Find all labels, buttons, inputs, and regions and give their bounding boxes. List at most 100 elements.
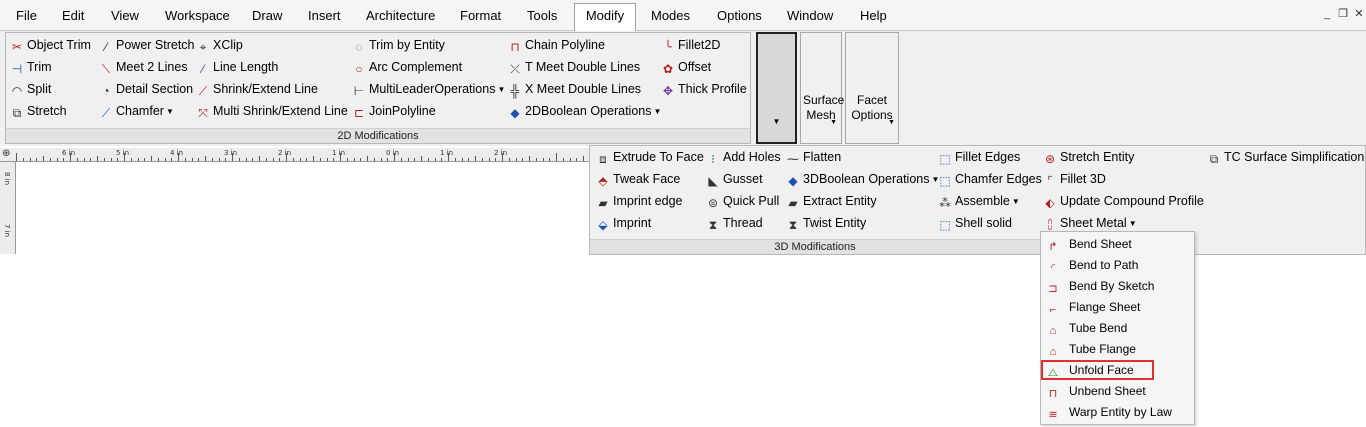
ruler-tick bbox=[178, 153, 179, 161]
boolean-2d-operations-tool[interactable]: ◆ 2DBoolean Operations ▼ bbox=[508, 101, 661, 121]
menu-item-unbend-sheet[interactable]: ⊓ Unbend Sheet bbox=[1043, 381, 1193, 401]
imprint-tool[interactable]: ⬙ Imprint bbox=[596, 213, 651, 233]
menu-item-bend-sheet[interactable]: ↱ Bend Sheet bbox=[1043, 234, 1193, 254]
menu-item-warp-entity-by-law[interactable]: ≋ Warp Entity by Law bbox=[1043, 402, 1193, 422]
menu-item-bend-to-path[interactable]: ◜ Bend to Path bbox=[1043, 255, 1193, 275]
menu-window[interactable]: Window bbox=[779, 4, 841, 28]
tc-surface-simplification-tool[interactable]: ⧉ TC Surface Simplification bbox=[1207, 147, 1365, 167]
update-compound-profile-tool[interactable]: ⬖ Update Compound Profile bbox=[1043, 191, 1203, 211]
menu-modify[interactable]: Modify bbox=[574, 3, 636, 31]
quick-pull-tool[interactable]: ⊜ Quick Pull bbox=[706, 191, 779, 211]
trim-by-entity-tool[interactable]: ◌ Trim by Entity bbox=[352, 35, 445, 55]
ruler-tick bbox=[137, 158, 139, 161]
offset-tool[interactable]: ✿ Offset bbox=[661, 57, 711, 77]
join-polyline-tool[interactable]: ⊏ JoinPolyline bbox=[352, 101, 436, 121]
chamfer-edges-tool[interactable]: ⬚ Chamfer Edges bbox=[938, 169, 1042, 189]
thread-tool[interactable]: ⧗ Thread bbox=[706, 213, 763, 233]
ruler-tick bbox=[22, 158, 24, 161]
menu-view[interactable]: View bbox=[103, 4, 147, 28]
chevron-down-icon: ▼ bbox=[830, 119, 837, 126]
stretch-icon: ⧉ bbox=[12, 106, 22, 120]
menu-modes[interactable]: Modes bbox=[643, 4, 698, 28]
split-tool[interactable]: ◠ Split bbox=[10, 79, 52, 99]
flatten-tool[interactable]: ⁓ Flatten bbox=[786, 147, 841, 167]
shrink-extend-line-tool[interactable]: ⟋ Shrink/Extend Line bbox=[196, 79, 318, 99]
menu-draw[interactable]: Draw bbox=[244, 4, 290, 28]
add-holes-tool[interactable]: ⁝ Add Holes bbox=[706, 147, 781, 167]
menu-tools[interactable]: Tools bbox=[519, 4, 565, 28]
ruler-tick bbox=[569, 158, 571, 161]
shell-solid-icon: ⬚ bbox=[939, 218, 951, 232]
menu-item-bend-by-sketch[interactable]: ⊐ Bend By Sketch bbox=[1043, 276, 1193, 296]
flange-sheet-icon: ⌐ bbox=[1049, 304, 1057, 316]
extract-entity-tool[interactable]: ▰ Extract Entity bbox=[786, 191, 876, 211]
xclip-icon: ⌖ bbox=[199, 40, 207, 54]
panel-expand-button[interactable]: ▼ bbox=[756, 32, 797, 144]
chevron-down-icon: ▼ bbox=[1128, 219, 1137, 228]
trim-tool[interactable]: ⊣ Trim bbox=[10, 57, 52, 77]
shell-solid-tool[interactable]: ⬚ Shell solid bbox=[938, 213, 1012, 233]
tweak-face-tool[interactable]: ⬘ Tweak Face bbox=[596, 169, 680, 189]
gusset-tool[interactable]: ◣ Gusset bbox=[706, 169, 762, 189]
menu-item-tube-bend[interactable]: ⌂ Tube Bend bbox=[1043, 318, 1193, 338]
power-stretch-tool[interactable]: ⁄ Power Stretch bbox=[99, 35, 195, 55]
menu-item-unfold-face[interactable]: ⧍ Unfold Face bbox=[1041, 360, 1154, 380]
stretch-entity-tool[interactable]: ⊛ Stretch Entity bbox=[1043, 147, 1134, 167]
close-icon[interactable]: ✕ bbox=[1352, 7, 1366, 21]
menu-edit[interactable]: Edit bbox=[54, 4, 92, 28]
extrude-to-face-tool[interactable]: ⧈ Extrude To Face bbox=[596, 147, 704, 167]
t-meet-double-lines-tool[interactable]: ⤫ T Meet Double Lines bbox=[508, 57, 640, 77]
ruler-tick bbox=[63, 158, 65, 161]
ruler-tick bbox=[124, 153, 125, 161]
surface-mesh-button[interactable]: Surface Mesh ▼ bbox=[800, 32, 844, 144]
stretch-tool[interactable]: ⧉ Stretch bbox=[10, 101, 67, 121]
line-length-tool[interactable]: ⁄ Line Length bbox=[196, 57, 278, 77]
facet-options-button[interactable]: Facet Options ▼ bbox=[845, 32, 899, 144]
meet-2-lines-tool[interactable]: ⟍ Meet 2 Lines bbox=[99, 57, 188, 77]
ruler-tick bbox=[529, 156, 530, 161]
restore-icon[interactable]: ❐ bbox=[1336, 7, 1350, 21]
xclip-tool[interactable]: ⌖ XClip bbox=[196, 35, 243, 55]
fillet-edges-tool[interactable]: ⬚ Fillet Edges bbox=[938, 147, 1020, 167]
ruler-tick bbox=[333, 158, 335, 161]
menu-options[interactable]: Options bbox=[709, 4, 770, 28]
ruler-tick bbox=[319, 158, 321, 161]
gusset-icon: ◣ bbox=[708, 174, 718, 188]
fillet-3d-tool[interactable]: ⌜ Fillet 3D bbox=[1043, 169, 1106, 189]
ruler-tick bbox=[495, 158, 497, 161]
ruler-tick bbox=[103, 158, 105, 161]
menu-item-tube-flange[interactable]: ⌂ Tube Flange bbox=[1043, 339, 1193, 359]
arc-complement-tool[interactable]: ○ Arc Complement bbox=[352, 57, 462, 77]
twist-entity-tool[interactable]: ⧗ Twist Entity bbox=[786, 213, 866, 233]
menu-workspace[interactable]: Workspace bbox=[157, 4, 238, 28]
ruler-tick bbox=[70, 153, 71, 161]
sheet-metal-tool[interactable]: ⩇ Sheet Metal ▼ bbox=[1043, 213, 1137, 233]
object-trim-tool[interactable]: ✂ Object Trim bbox=[10, 35, 91, 55]
drawing-canvas[interactable] bbox=[16, 162, 590, 254]
assemble-tool[interactable]: ⁂ Assemble ▼ bbox=[938, 191, 1020, 211]
ruler-tick bbox=[29, 158, 31, 161]
menu-file[interactable]: File bbox=[8, 4, 45, 28]
horizontal-ruler: ⊕ 6 in 5 in 4 in 3 in 2 in 1 in 0 in 1 i… bbox=[0, 148, 590, 162]
detail-section-icon: ◔ bbox=[102, 84, 110, 98]
boolean-3d-operations-tool[interactable]: ◆ 3DBoolean Operations ▼ bbox=[786, 169, 939, 189]
boolean-3d-icon: ◆ bbox=[788, 174, 798, 188]
menu-architecture[interactable]: Architecture bbox=[358, 4, 443, 28]
fillet2d-tool[interactable]: ╰ Fillet2D bbox=[661, 35, 720, 55]
menu-format[interactable]: Format bbox=[452, 4, 509, 28]
multi-shrink-extend-line-tool[interactable]: ⤧ Multi Shrink/Extend Line bbox=[196, 101, 348, 121]
detail-section-tool[interactable]: ◔ Detail Section bbox=[99, 79, 193, 99]
chain-polyline-tool[interactable]: ⊓ Chain Polyline bbox=[508, 35, 605, 55]
minimize-icon[interactable]: _ bbox=[1320, 7, 1334, 21]
x-meet-double-lines-tool[interactable]: ╬ X Meet Double Lines bbox=[508, 79, 641, 99]
imprint-edge-icon: ▰ bbox=[598, 196, 608, 210]
menu-item-flange-sheet[interactable]: ⌐ Flange Sheet bbox=[1043, 297, 1193, 317]
menu-help[interactable]: Help bbox=[852, 4, 895, 28]
menu-insert[interactable]: Insert bbox=[300, 4, 349, 28]
ruler-tick bbox=[542, 158, 544, 161]
chamfer-tool[interactable]: ⟋ Chamfer ▼ bbox=[99, 101, 174, 121]
multileader-operations-tool[interactable]: ⊢ MultiLeaderOperations ▼ bbox=[352, 79, 506, 99]
thick-profile-tool[interactable]: ✥ Thick Profile bbox=[661, 79, 747, 99]
chevron-down-icon: ▼ bbox=[1011, 197, 1020, 206]
imprint-edge-tool[interactable]: ▰ Imprint edge bbox=[596, 191, 682, 211]
